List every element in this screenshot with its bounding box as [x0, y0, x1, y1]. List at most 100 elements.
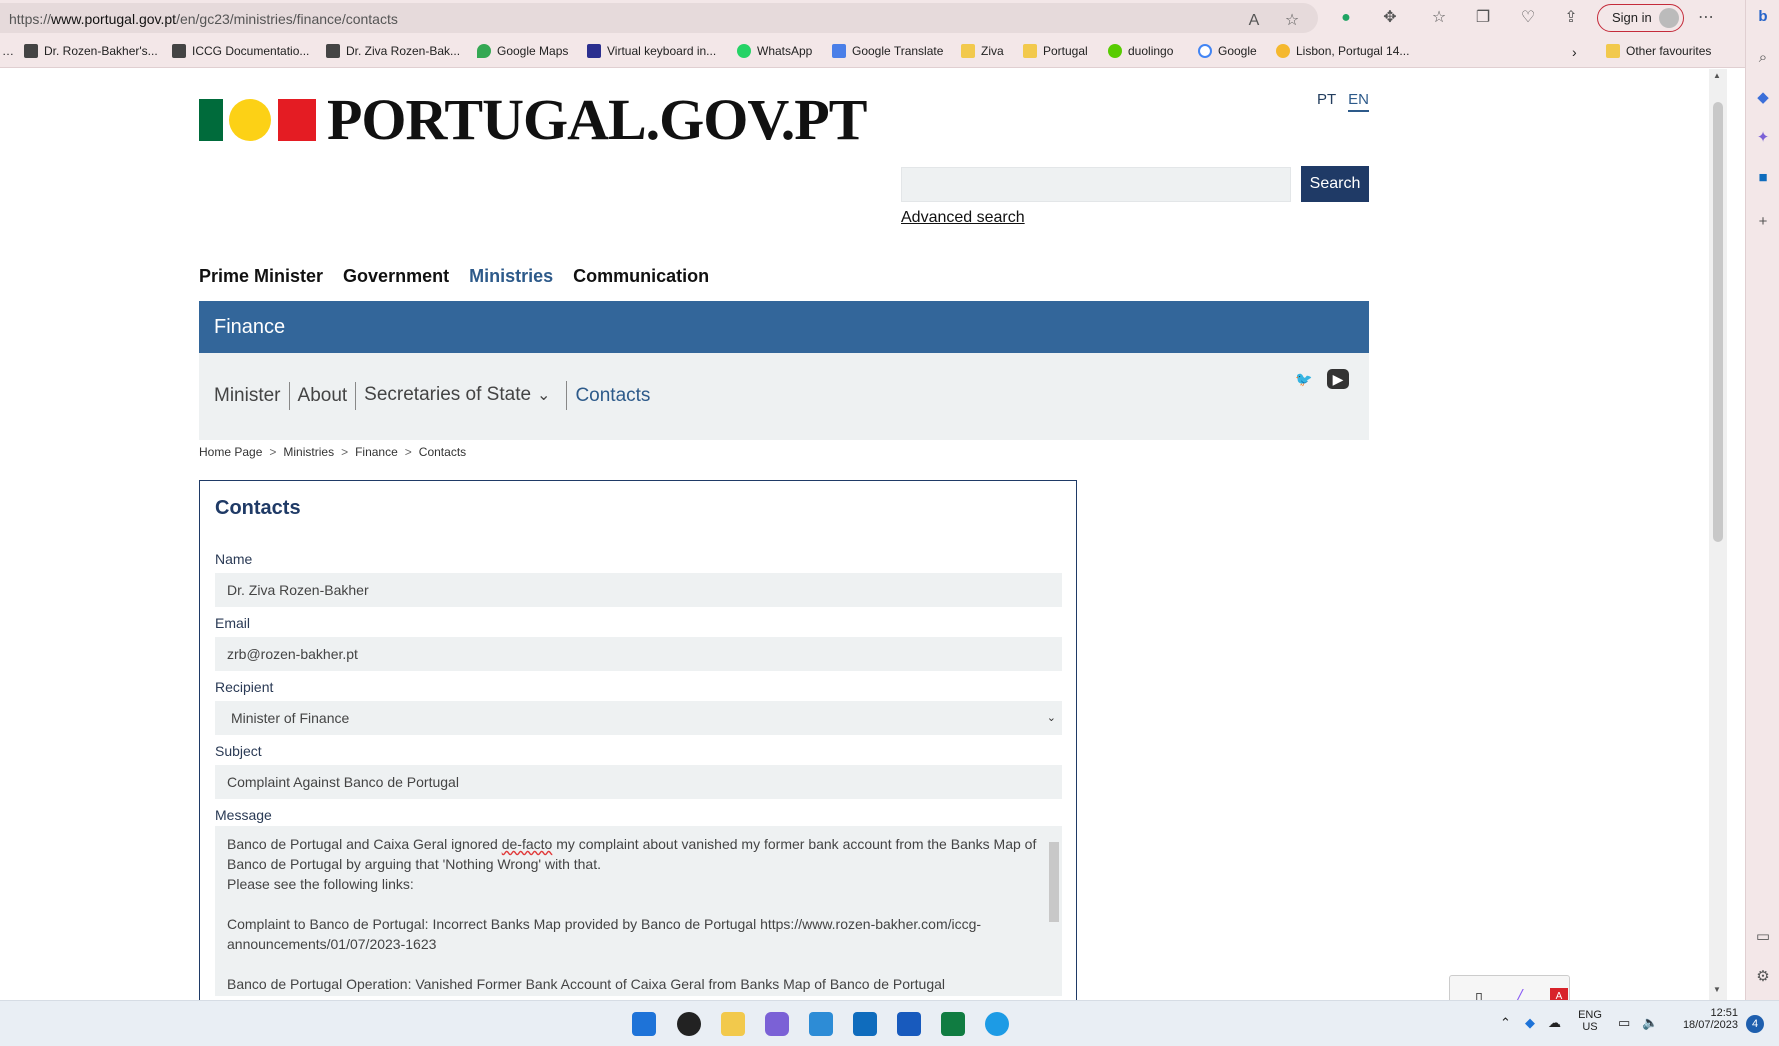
chevron-down-icon[interactable]: ⌄: [537, 387, 550, 404]
lang-en-link[interactable]: EN: [1348, 91, 1370, 112]
bookmark-folder[interactable]: Ziva: [961, 44, 1004, 58]
advanced-search-link[interactable]: Advanced search: [901, 209, 1025, 227]
other-favourites-folder[interactable]: Other favourites: [1606, 44, 1711, 58]
sidebar-toggle-icon[interactable]: ▭: [1754, 928, 1772, 946]
obs-icon[interactable]: [677, 1012, 701, 1036]
ministry-subnav: Minister About Secretaries of State ⌄ Con…: [199, 353, 1369, 440]
subject-label: Subject: [215, 743, 262, 759]
outlook-app-icon[interactable]: [853, 1012, 877, 1036]
url-text[interactable]: https://www.portugal.gov.pt/en/gc23/mini…: [9, 11, 398, 27]
search-input[interactable]: [901, 167, 1291, 202]
grammarly-icon[interactable]: ●: [1336, 8, 1356, 28]
share-icon[interactable]: ⇪: [1561, 8, 1581, 28]
volume-icon[interactable]: 🔈: [1642, 1015, 1658, 1031]
bookmark-item[interactable]: Lisbon, Portugal 14...: [1276, 44, 1409, 58]
bookmark-item[interactable]: Google Translate: [832, 44, 943, 58]
add-icon[interactable]: +: [1754, 213, 1772, 231]
message-textarea[interactable]: Banco de Portugal and Caixa Geral ignore…: [215, 826, 1062, 996]
bookmark-overflow-icon[interactable]: …: [2, 44, 14, 58]
search-button[interactable]: Search: [1301, 166, 1369, 202]
settings-gear-icon[interactable]: ⚙: [1754, 968, 1772, 986]
social-links: 🐦 ▶: [1293, 369, 1349, 389]
chevron-right-icon[interactable]: ›: [1572, 44, 1577, 60]
subnav-secretaries-of-state[interactable]: Secretaries of State ⌄: [356, 381, 568, 410]
browser-essentials-icon[interactable]: ♡: [1518, 8, 1538, 28]
email-field[interactable]: zrb@rozen-bakher.pt: [215, 637, 1062, 671]
address-bar[interactable]: https://www.portugal.gov.pt/en/gc23/mini…: [0, 3, 1318, 33]
flag-yellow-circle: [229, 99, 271, 141]
bookmark-item[interactable]: duolingo: [1108, 44, 1173, 58]
store-icon[interactable]: [809, 1012, 833, 1036]
twitter-icon[interactable]: 🐦: [1293, 369, 1315, 389]
windows-taskbar: ⌃ ◆ ☁ ENG US ▭ 🔈 12:51 18/07/2023 4: [0, 1000, 1779, 1046]
word-icon[interactable]: [897, 1012, 921, 1036]
subnav-contacts[interactable]: Contacts: [567, 382, 658, 410]
language-indicator[interactable]: ENG US: [1577, 1009, 1603, 1033]
breadcrumb-home[interactable]: Home Page: [199, 445, 262, 459]
extensions-tray-popup: ▯ ╱ A Ⓖ O: [1449, 975, 1570, 1000]
breadcrumb-finance[interactable]: Finance: [355, 445, 398, 459]
bookmark-item[interactable]: Google Maps: [477, 44, 568, 58]
copilot-app-icon[interactable]: [765, 1012, 789, 1036]
favorite-star-icon[interactable]: ☆: [1282, 11, 1302, 31]
bookmark-item[interactable]: Dr. Ziva Rozen-Bak...: [326, 44, 460, 58]
notification-badge[interactable]: 4: [1746, 1015, 1764, 1033]
chevron-up-icon[interactable]: ⌃: [1500, 1015, 1511, 1031]
subnav-minister[interactable]: Minister: [214, 381, 290, 410]
acrobat-icon[interactable]: A: [1550, 988, 1568, 1000]
excel-icon[interactable]: [941, 1012, 965, 1036]
nav-prime-minister[interactable]: Prime Minister: [199, 266, 323, 287]
bookmark-item[interactable]: ICCG Documentatio...: [172, 44, 309, 58]
message-scrollbar[interactable]: [1048, 828, 1060, 994]
onedrive-icon[interactable]: ☁: [1548, 1015, 1561, 1031]
flag-red-block: [278, 99, 316, 141]
collections-icon[interactable]: ❐: [1473, 8, 1493, 28]
outlook-icon[interactable]: ■: [1754, 169, 1772, 187]
name-field[interactable]: Dr. Ziva Rozen-Bakher: [215, 573, 1062, 607]
pen-icon[interactable]: ╱: [1510, 988, 1528, 1000]
bing-chat-icon[interactable]: b: [1754, 8, 1772, 26]
breadcrumb-ministries[interactable]: Ministries: [283, 445, 334, 459]
youtube-icon[interactable]: ▶: [1327, 369, 1349, 389]
bookmark-item[interactable]: WhatsApp: [737, 44, 812, 58]
sign-in-button[interactable]: Sign in: [1597, 4, 1684, 32]
bookmark-folder[interactable]: Portugal: [1023, 44, 1088, 58]
breadcrumb-contacts: Contacts: [418, 445, 467, 459]
more-options-icon[interactable]: ⋯: [1696, 8, 1716, 28]
search-icon[interactable]: ⌕: [1754, 49, 1772, 67]
favorites-icon[interactable]: ☆: [1429, 8, 1449, 28]
subject-field[interactable]: Complaint Against Banco de Portugal: [215, 765, 1062, 799]
nav-ministries[interactable]: Ministries: [469, 266, 553, 287]
extensions-icon[interactable]: ✥: [1380, 8, 1400, 28]
page-scrollbar[interactable]: ▲ ▼: [1709, 69, 1727, 1000]
network-icon[interactable]: ▭: [1618, 1015, 1630, 1031]
bookmark-item[interactable]: Dr. Rozen-Bakher's...: [24, 44, 158, 58]
recipient-selected-value: Minister of Finance: [231, 710, 350, 726]
nav-communication[interactable]: Communication: [573, 266, 709, 287]
usb-icon[interactable]: ▯: [1470, 988, 1488, 1000]
recipient-label: Recipient: [215, 679, 274, 695]
language-switcher: PT EN: [1317, 91, 1370, 112]
form-title: Contacts: [215, 497, 301, 519]
section-title-bar: Finance: [199, 301, 1369, 353]
clock[interactable]: 12:51 18/07/2023: [1676, 1007, 1738, 1031]
page-scrollbar-thumb[interactable]: [1713, 102, 1723, 542]
start-button-icon[interactable]: [632, 1012, 656, 1036]
security-icon[interactable]: ◆: [1525, 1015, 1535, 1031]
subnav-about[interactable]: About: [290, 381, 357, 410]
nav-government[interactable]: Government: [343, 266, 449, 287]
shopping-icon[interactable]: ◆: [1754, 89, 1772, 107]
edge-icon[interactable]: [985, 1012, 1009, 1036]
copilot-icon[interactable]: ✦: [1754, 129, 1772, 147]
profile-avatar-icon: [1659, 8, 1679, 28]
bookmark-item[interactable]: Google: [1198, 44, 1257, 58]
recipient-select[interactable]: Minister of Finance ⌄: [215, 701, 1062, 735]
file-explorer-icon[interactable]: [721, 1012, 745, 1036]
web-page: PORTUGAL.GOV.PT PT EN Search Advanced se…: [0, 69, 1709, 1000]
site-logo[interactable]: PORTUGAL.GOV.PT: [199, 87, 867, 152]
read-aloud-icon[interactable]: A: [1244, 11, 1264, 31]
lang-pt-link[interactable]: PT: [1317, 91, 1336, 112]
contact-form: Contacts Name Dr. Ziva Rozen-Bakher Emai…: [199, 480, 1077, 1000]
logo-text: PORTUGAL.GOV.PT: [327, 87, 867, 152]
bookmark-item[interactable]: Virtual keyboard in...: [587, 44, 716, 58]
